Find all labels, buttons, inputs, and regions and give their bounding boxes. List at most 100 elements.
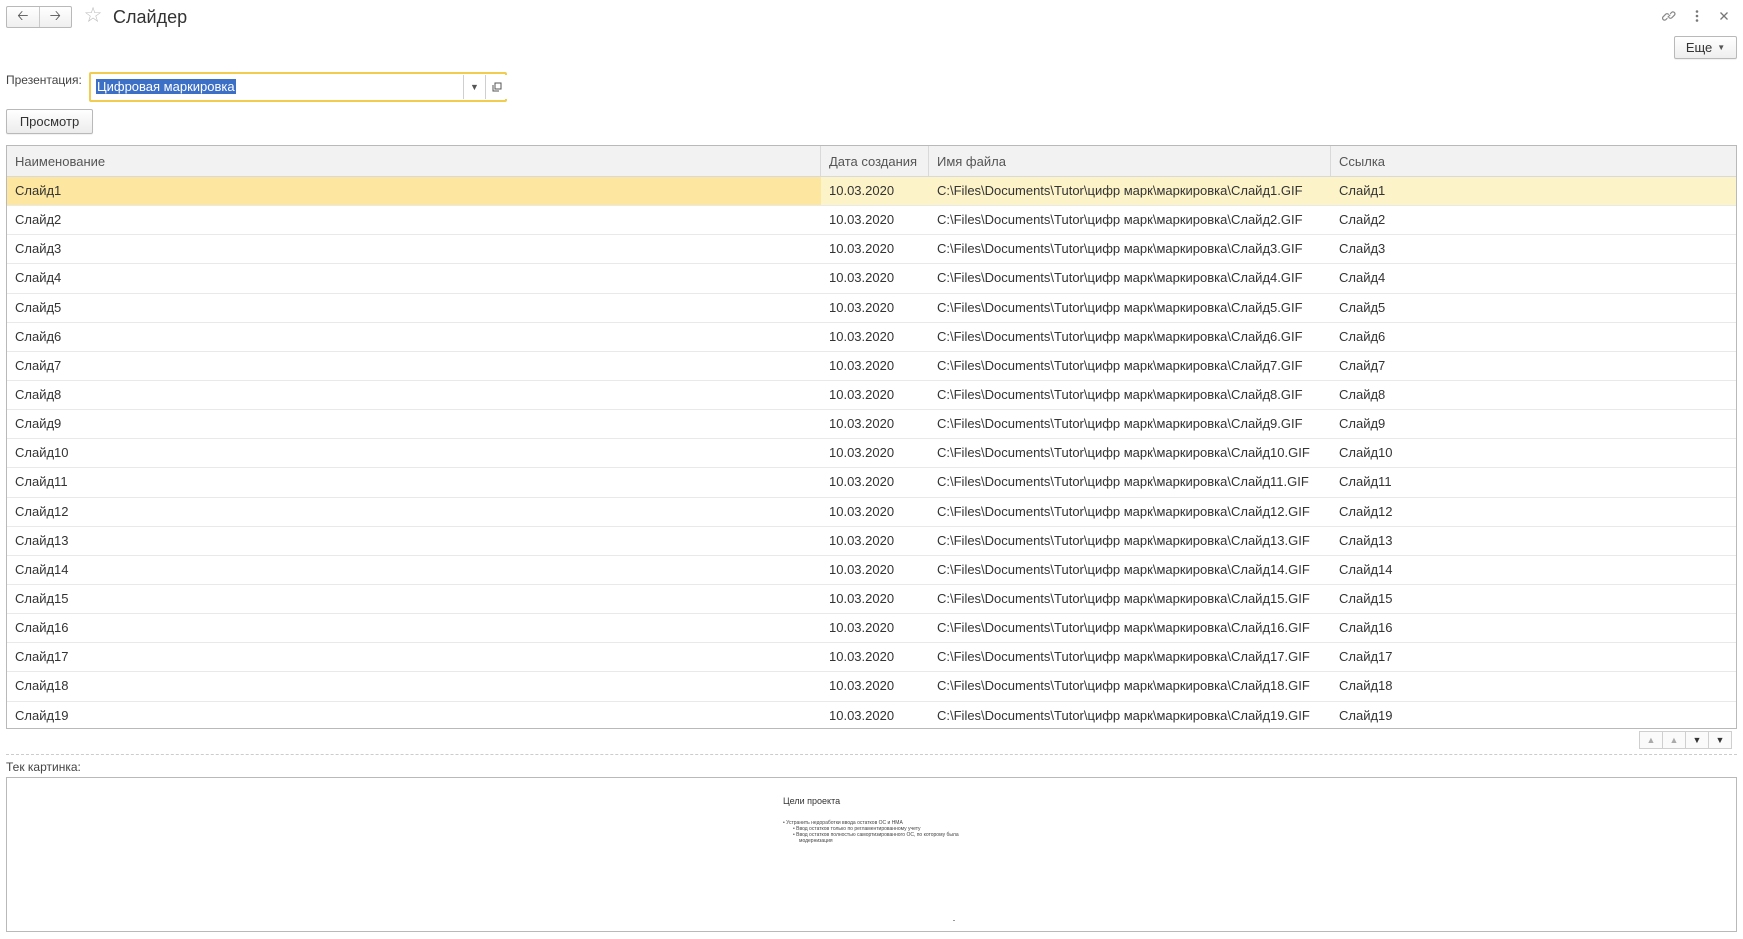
cell-filename[interactable]: C:\Files\Documents\Tutor\цифр марк\марки…	[929, 410, 1331, 438]
table-row[interactable]: Слайд19 10.03.2020 C:\Files\Documents\Tuto…	[7, 702, 1736, 728]
cell-filename[interactable]: C:\Files\Documents\Tutor\цифр марк\марки…	[929, 672, 1331, 700]
cell-name[interactable]: Слайд19	[7, 702, 821, 728]
cell-name[interactable]: Слайд4	[7, 264, 821, 292]
cell-date[interactable]: 10.03.2020	[821, 206, 929, 234]
back-button[interactable]: 🡠	[7, 7, 39, 27]
cell-date[interactable]: 10.03.2020	[821, 468, 929, 496]
table-row[interactable]: Слайд2 10.03.2020 C:\Files\Documents\Tutor…	[7, 206, 1736, 236]
cell-link[interactable]: Слайд12	[1331, 498, 1736, 526]
kebab-menu-icon[interactable]	[1688, 7, 1706, 25]
table-row[interactable]: Слайд15 10.03.2020 C:\Files\Documents\Tuto…	[7, 585, 1736, 615]
cell-name[interactable]: Слайд18	[7, 672, 821, 700]
cell-date[interactable]: 10.03.2020	[821, 177, 929, 206]
cell-link[interactable]: Слайд14	[1331, 556, 1736, 584]
cell-filename[interactable]: C:\Files\Documents\Tutor\цифр марк\марки…	[929, 556, 1331, 584]
cell-name[interactable]: Слайд16	[7, 614, 821, 642]
cell-date[interactable]: 10.03.2020	[821, 614, 929, 642]
cell-date[interactable]: 10.03.2020	[821, 235, 929, 263]
cell-link[interactable]: Слайд19	[1331, 702, 1736, 728]
cell-filename[interactable]: C:\Files\Documents\Tutor\цифр марк\марки…	[929, 235, 1331, 263]
cell-filename[interactable]: C:\Files\Documents\Tutor\цифр марк\марки…	[929, 294, 1331, 322]
table-row[interactable]: Слайд8 10.03.2020 C:\Files\Documents\Tutor…	[7, 381, 1736, 411]
scroll-last-button[interactable]: ▼	[1708, 731, 1732, 749]
scroll-first-button[interactable]: ▲	[1639, 731, 1663, 749]
favorite-star-icon[interactable]: ☆	[82, 5, 104, 27]
cell-link[interactable]: Слайд11	[1331, 468, 1736, 496]
cell-name[interactable]: Слайд8	[7, 381, 821, 409]
cell-date[interactable]: 10.03.2020	[821, 323, 929, 351]
cell-name[interactable]: Слайд12	[7, 498, 821, 526]
cell-name[interactable]: Слайд5	[7, 294, 821, 322]
cell-date[interactable]: 10.03.2020	[821, 672, 929, 700]
table-row[interactable]: Слайд16 10.03.2020 C:\Files\Documents\Tuto…	[7, 614, 1736, 644]
presentation-open-button[interactable]	[485, 75, 507, 99]
table-row[interactable]: Слайд10 10.03.2020 C:\Files\Documents\Tuto…	[7, 439, 1736, 469]
cell-link[interactable]: Слайд7	[1331, 352, 1736, 380]
table-row[interactable]: Слайд9 10.03.2020 C:\Files\Documents\Tutor…	[7, 410, 1736, 440]
cell-name[interactable]: Слайд13	[7, 527, 821, 555]
table-row[interactable]: Слайд1 10.03.2020 C:\Files\Documents\Tutor…	[7, 177, 1736, 207]
cell-name[interactable]: Слайд3	[7, 235, 821, 263]
table-row[interactable]: Слайд13 10.03.2020 C:\Files\Documents\Tuto…	[7, 527, 1736, 556]
cell-name[interactable]: Слайд14	[7, 556, 821, 584]
column-header-name[interactable]: Наименование	[7, 146, 821, 177]
cell-date[interactable]: 10.03.2020	[821, 585, 929, 613]
cell-date[interactable]: 10.03.2020	[821, 352, 929, 380]
table-row[interactable]: Слайд4 10.03.2020 C:\Files\Documents\Tutor…	[7, 264, 1736, 294]
cell-link[interactable]: Слайд5	[1331, 294, 1736, 322]
table-row[interactable]: Слайд18 10.03.2020 C:\Files\Documents\Tuto…	[7, 672, 1736, 702]
cell-date[interactable]: 10.03.2020	[821, 527, 929, 555]
cell-link[interactable]: Слайд6	[1331, 323, 1736, 351]
cell-date[interactable]: 10.03.2020	[821, 439, 929, 467]
cell-filename[interactable]: C:\Files\Documents\Tutor\цифр марк\марки…	[929, 643, 1331, 671]
cell-name[interactable]: Слайд6	[7, 323, 821, 351]
cell-name[interactable]: Слайд15	[7, 585, 821, 613]
presentation-input[interactable]: Цифровая маркировка	[92, 75, 462, 99]
forward-button[interactable]: 🡢	[38, 7, 72, 27]
cell-name[interactable]: Слайд17	[7, 643, 821, 671]
column-header-date[interactable]: Дата создания	[821, 146, 929, 177]
cell-name[interactable]: Слайд11	[7, 468, 821, 496]
cell-link[interactable]: Слайд15	[1331, 585, 1736, 613]
cell-name[interactable]: Слайд7	[7, 352, 821, 380]
cell-filename[interactable]: C:\Files\Documents\Tutor\цифр марк\марки…	[929, 381, 1331, 409]
cell-date[interactable]: 10.03.2020	[821, 702, 929, 728]
table-row[interactable]: Слайд14 10.03.2020 C:\Files\Documents\Tuto…	[7, 556, 1736, 585]
cell-filename[interactable]: C:\Files\Documents\Tutor\цифр марк\марки…	[929, 439, 1331, 467]
table-row[interactable]: Слайд3 10.03.2020 C:\Files\Documents\Tutor…	[7, 235, 1736, 265]
cell-filename[interactable]: C:\Files\Documents\Tutor\цифр марк\марки…	[929, 614, 1331, 642]
table-row[interactable]: Слайд6 10.03.2020 C:\Files\Documents\Tutor…	[7, 323, 1736, 352]
cell-date[interactable]: 10.03.2020	[821, 556, 929, 584]
cell-date[interactable]: 10.03.2020	[821, 294, 929, 322]
cell-filename[interactable]: C:\Files\Documents\Tutor\цифр марк\марки…	[929, 527, 1331, 555]
cell-date[interactable]: 10.03.2020	[821, 643, 929, 671]
cell-link[interactable]: Слайд16	[1331, 614, 1736, 642]
table-row[interactable]: Слайд11 10.03.2020 C:\Files\Documents\Tuto…	[7, 468, 1736, 498]
cell-link[interactable]: Слайд10	[1331, 439, 1736, 467]
table-row[interactable]: Слайд5 10.03.2020 C:\Files\Documents\Tutor…	[7, 294, 1736, 323]
cell-link[interactable]: Слайд9	[1331, 410, 1736, 438]
cell-date[interactable]: 10.03.2020	[821, 381, 929, 409]
cell-link[interactable]: Слайд3	[1331, 235, 1736, 263]
cell-name[interactable]: Слайд2	[7, 206, 821, 234]
cell-filename[interactable]: C:\Files\Documents\Tutor\цифр марк\марки…	[929, 177, 1331, 206]
cell-date[interactable]: 10.03.2020	[821, 498, 929, 526]
cell-link[interactable]: Слайд1	[1331, 177, 1736, 206]
link-icon[interactable]	[1660, 7, 1678, 25]
cell-link[interactable]: Слайд4	[1331, 264, 1736, 292]
cell-filename[interactable]: C:\Files\Documents\Tutor\цифр марк\марки…	[929, 323, 1331, 351]
table-row[interactable]: Слайд7 10.03.2020 C:\Files\Documents\Tutor…	[7, 352, 1736, 381]
column-header-link[interactable]: Ссылка	[1331, 146, 1736, 177]
cell-filename[interactable]: C:\Files\Documents\Tutor\цифр марк\марки…	[929, 585, 1331, 613]
cell-link[interactable]: Слайд18	[1331, 672, 1736, 700]
scroll-down-button[interactable]: ▼	[1685, 731, 1709, 749]
cell-link[interactable]: Слайд2	[1331, 206, 1736, 234]
cell-link[interactable]: Слайд13	[1331, 527, 1736, 555]
cell-filename[interactable]: C:\Files\Documents\Tutor\цифр марк\марки…	[929, 264, 1331, 292]
column-header-filename[interactable]: Имя файла	[929, 146, 1331, 177]
scroll-up-button[interactable]: ▲	[1662, 731, 1686, 749]
cell-filename[interactable]: C:\Files\Documents\Tutor\цифр марк\марки…	[929, 352, 1331, 380]
cell-name[interactable]: Слайд9	[7, 410, 821, 438]
cell-filename[interactable]: C:\Files\Documents\Tutor\цифр марк\марки…	[929, 206, 1331, 234]
cell-filename[interactable]: C:\Files\Documents\Tutor\цифр марк\марки…	[929, 498, 1331, 526]
